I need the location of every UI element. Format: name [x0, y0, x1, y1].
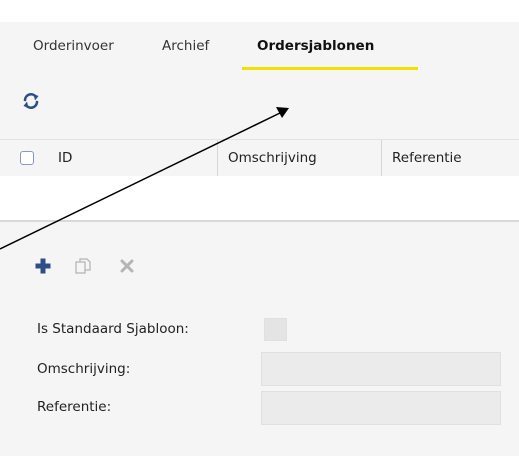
column-header-id[interactable]: ID	[48, 140, 218, 176]
top-band	[0, 0, 519, 22]
grid-body	[0, 176, 519, 220]
active-tab-indicator	[242, 67, 418, 70]
grid-header: ID Omschrijving Referentie	[0, 139, 519, 177]
refresh-icon[interactable]	[21, 91, 41, 111]
label-omschrijving: Omschrijving:	[37, 361, 131, 377]
column-header-omschrijving[interactable]: Omschrijving	[218, 140, 382, 176]
referentie-field[interactable]	[261, 391, 501, 425]
delete-icon[interactable]	[118, 257, 136, 275]
column-header-referentie[interactable]: Referentie	[382, 140, 519, 176]
tab-ordersjablonen[interactable]: Ordersjablonen	[257, 38, 374, 54]
label-referentie: Referentie:	[37, 399, 112, 415]
is-standaard-sjabloon-checkbox[interactable]	[264, 318, 287, 341]
select-column	[0, 140, 48, 176]
copy-icon[interactable]	[74, 257, 92, 275]
tab-bar: Orderinvoer Archief Ordersjablonen	[0, 22, 519, 76]
label-is-standaard-sjabloon: Is Standaard Sjabloon:	[37, 321, 189, 337]
tab-orderinvoer[interactable]: Orderinvoer	[33, 38, 114, 54]
plus-icon[interactable]	[34, 257, 52, 275]
tab-archief[interactable]: Archief	[162, 38, 209, 54]
omschrijving-field[interactable]	[261, 352, 501, 386]
select-all-checkbox[interactable]	[20, 151, 34, 165]
